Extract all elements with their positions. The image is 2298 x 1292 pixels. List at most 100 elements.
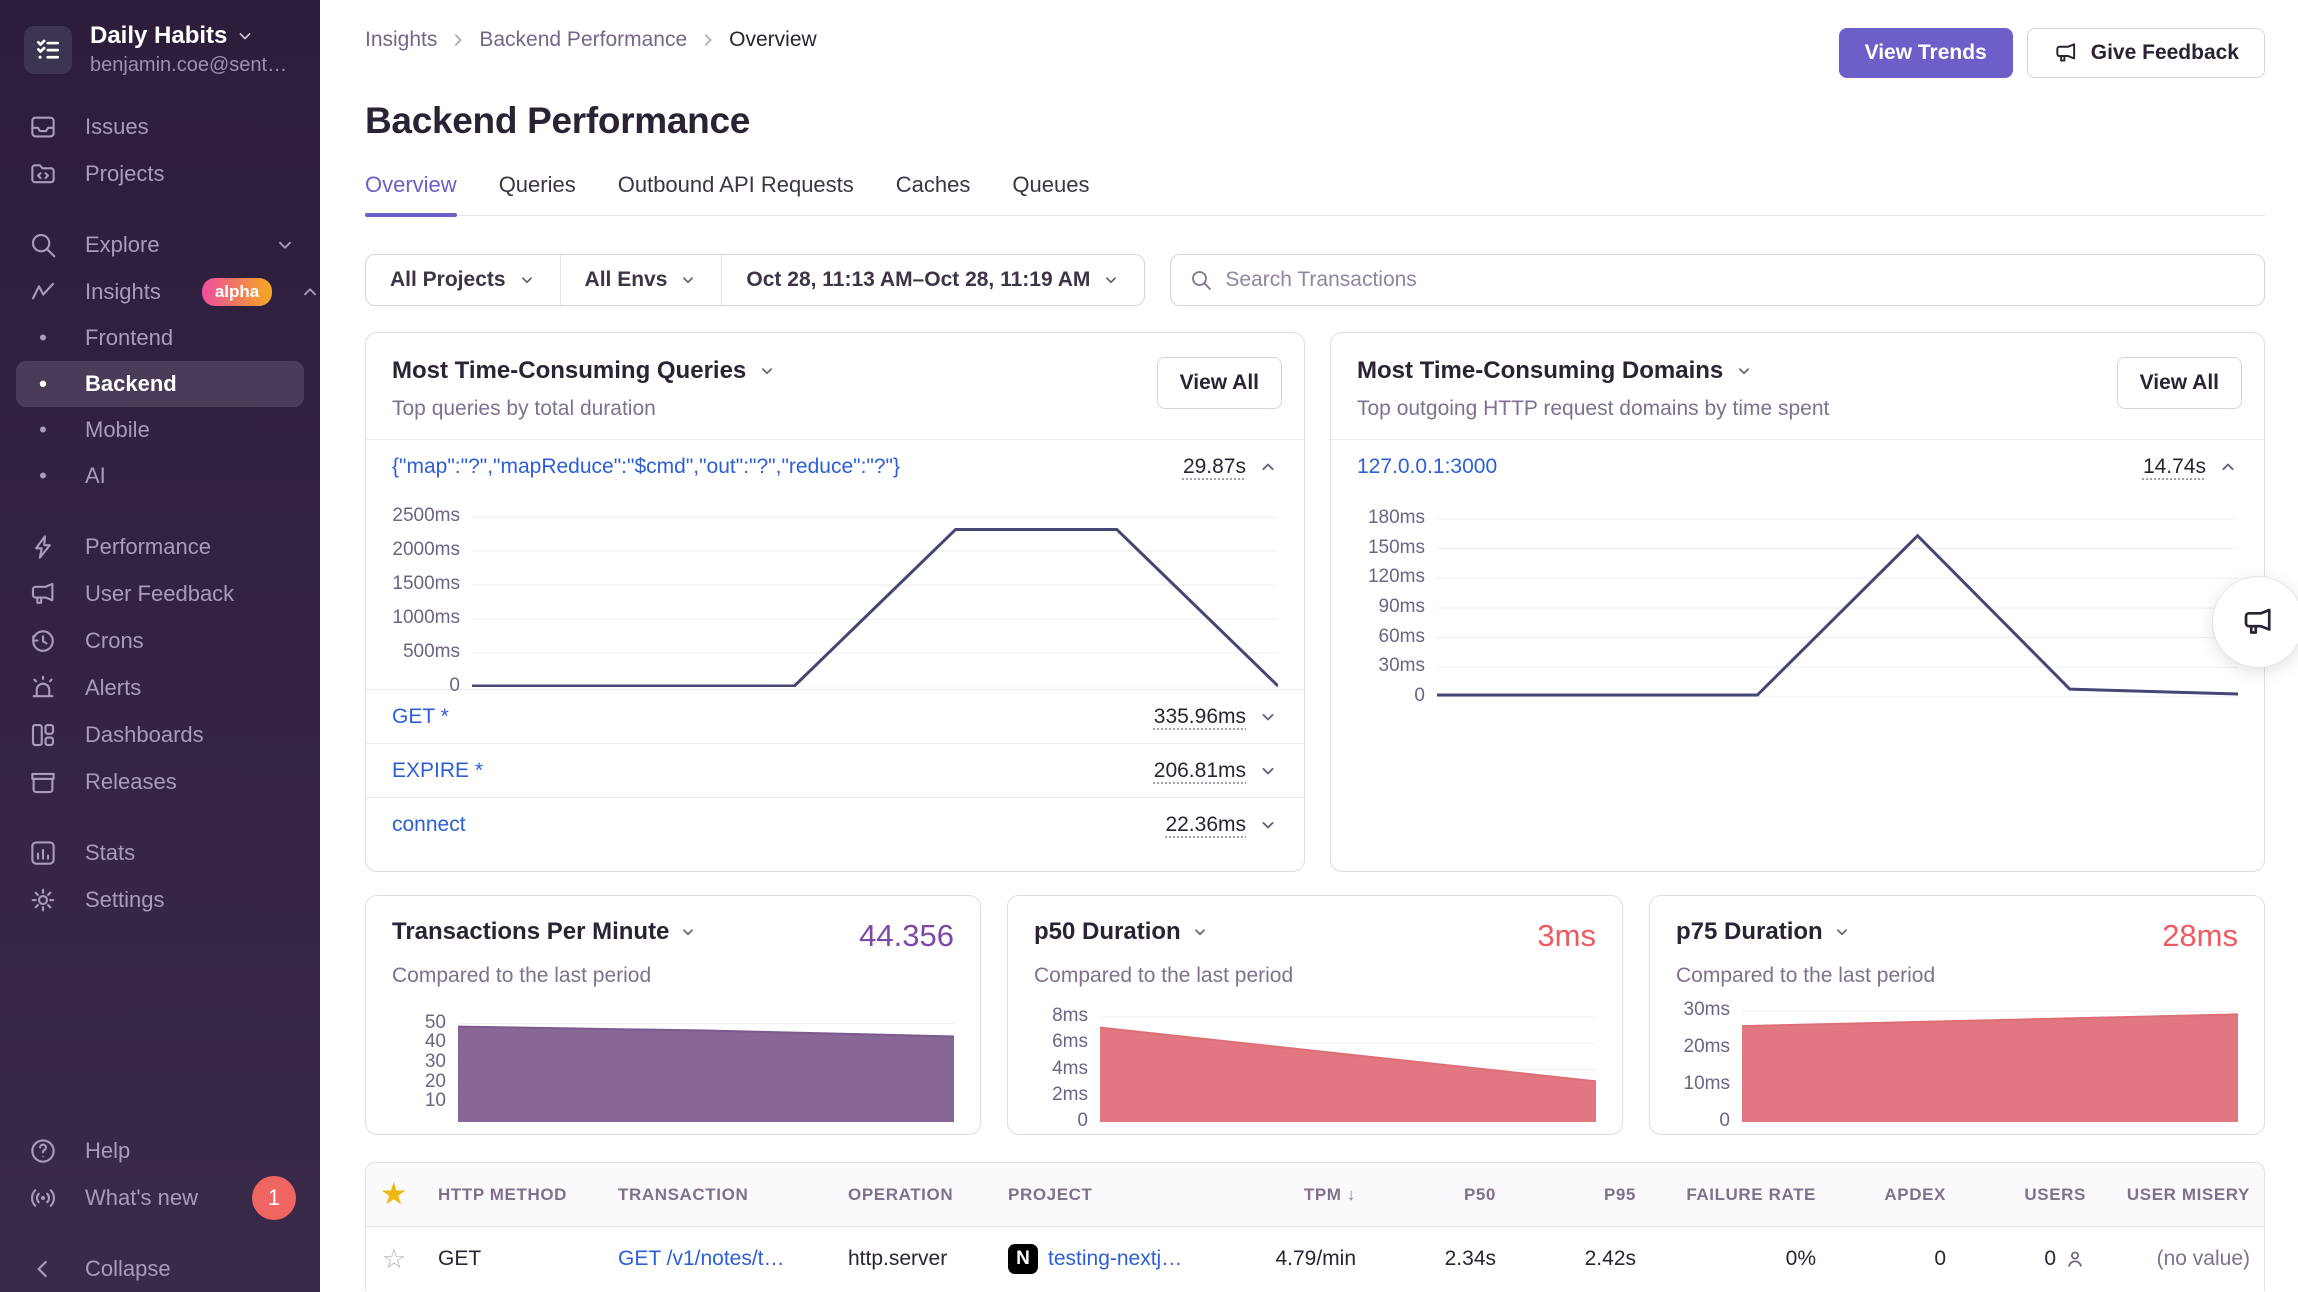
sidebar-collapse-button[interactable]: Collapse <box>0 1245 320 1292</box>
column-header-project[interactable]: PROJECT <box>992 1185 1232 1205</box>
chevron-up-icon[interactable] <box>2218 457 2238 477</box>
sidebar-item-frontend[interactable]: • Frontend <box>16 315 304 361</box>
sidebar-item-backend[interactable]: • Backend <box>16 361 304 407</box>
search-transactions-box <box>1170 254 2265 306</box>
chevron-down-icon <box>1735 362 1753 380</box>
queries-view-all-button[interactable]: View All <box>1157 357 1282 409</box>
environment-filter-dropdown[interactable]: All Envs <box>560 255 722 305</box>
sidebar-item-label: Backend <box>85 371 177 397</box>
p50-chart-y-axis: 02ms4ms6ms8ms <box>1034 1004 1100 1122</box>
chevron-left-icon <box>28 1254 58 1284</box>
chevron-down-icon[interactable] <box>1258 707 1278 727</box>
date-range-dropdown[interactable]: Oct 28, 11:13 AM–Oct 28, 11:19 AM <box>721 255 1144 305</box>
tpm-chart-plot <box>458 1004 954 1122</box>
column-header-failure-rate[interactable]: FAILURE RATE <box>1652 1185 1832 1205</box>
chevron-down-icon[interactable] <box>1258 761 1278 781</box>
project-link[interactable]: testing-nextj… <box>1048 1247 1182 1271</box>
tab-outbound-api-requests[interactable]: Outbound API Requests <box>618 172 854 215</box>
sidebar-item-stats[interactable]: Stats <box>0 829 320 876</box>
tab-queues[interactable]: Queues <box>1012 172 1089 215</box>
chevron-down-icon[interactable] <box>1258 815 1278 835</box>
sidebar-item-settings[interactable]: Settings <box>0 876 320 923</box>
query-link[interactable]: GET * <box>392 705 449 729</box>
sort-desc-icon: ↓ <box>1347 1185 1356 1204</box>
sidebar-item-label: Collapse <box>85 1256 171 1282</box>
breadcrumb-backend-performance[interactable]: Backend Performance <box>479 28 687 52</box>
sidebar-item-issues[interactable]: Issues <box>0 103 320 150</box>
column-header-p95[interactable]: P95 <box>1512 1185 1652 1205</box>
sidebar-item-mobile[interactable]: • Mobile <box>16 407 304 453</box>
sidebar-item-whats-new[interactable]: What's new 1 <box>0 1174 320 1221</box>
archive-box-icon <box>28 767 58 797</box>
favorite-toggle[interactable]: ☆ <box>366 1244 422 1275</box>
column-header-p50[interactable]: P50 <box>1372 1185 1512 1205</box>
project-filter-dropdown[interactable]: All Projects <box>366 255 560 305</box>
sidebar-item-crons[interactable]: Crons <box>0 617 320 664</box>
sidebar-item-releases[interactable]: Releases <box>0 758 320 805</box>
sidebar-item-performance[interactable]: Performance <box>0 523 320 570</box>
megaphone-icon <box>28 579 58 609</box>
column-header-tpm[interactable]: TPM ↓ <box>1232 1185 1372 1205</box>
tab-overview[interactable]: Overview <box>365 172 457 215</box>
p75-card-subtitle: Compared to the last period <box>1676 964 2238 988</box>
query-total-time: 206.81ms <box>1154 759 1246 783</box>
p75-trend-chart: 010ms20ms30ms <box>1676 1004 2238 1122</box>
domains-chart-plot <box>1437 507 2238 697</box>
domains-trend-chart: 030ms60ms90ms120ms150ms180ms <box>1331 493 2264 699</box>
bullet-icon: • <box>28 463 58 489</box>
bullet-icon: • <box>28 417 58 443</box>
p50-card-title[interactable]: p50 Duration <box>1034 918 1181 946</box>
tpm-card-title[interactable]: Transactions Per Minute <box>392 918 669 946</box>
sidebar-item-help[interactable]: Help <box>0 1127 320 1174</box>
query-link[interactable]: {"map":"?","mapReduce":"$cmd","out":"?",… <box>392 455 900 479</box>
search-icon <box>1189 268 1213 292</box>
insights-icon <box>28 277 58 307</box>
tab-queries[interactable]: Queries <box>499 172 576 215</box>
sidebar-item-projects[interactable]: Projects <box>0 150 320 197</box>
transaction-link[interactable]: GET /v1/notes/t… <box>618 1247 785 1270</box>
floating-feedback-button[interactable] <box>2212 576 2298 668</box>
sidebar: Daily Habits benjamin.coe@sent… Issues P… <box>0 0 320 1292</box>
sidebar-item-explore[interactable]: Explore <box>0 221 320 268</box>
cell-project: N testing-nextj… <box>992 1244 1232 1274</box>
tpm-current-value: 44.356 <box>859 918 954 954</box>
sidebar-item-ai[interactable]: • AI <box>16 453 304 499</box>
search-transactions-input[interactable] <box>1225 268 2246 292</box>
give-feedback-button[interactable]: Give Feedback <box>2027 28 2265 78</box>
sidebar-item-label: Frontend <box>85 325 173 351</box>
column-header-user-misery[interactable]: USER MISERY <box>2102 1185 2265 1205</box>
org-switcher[interactable]: Daily Habits benjamin.coe@sent… <box>0 0 320 87</box>
tab-caches[interactable]: Caches <box>896 172 971 215</box>
sidebar-item-label: Dashboards <box>85 722 204 748</box>
column-header-transaction[interactable]: TRANSACTION <box>602 1185 832 1205</box>
column-header-users[interactable]: USERS <box>1962 1185 2102 1205</box>
sidebar-item-label: AI <box>85 463 106 489</box>
p75-card-title[interactable]: p75 Duration <box>1676 918 1823 946</box>
chevron-up-icon <box>299 281 320 303</box>
p50-chart-plot <box>1100 1004 1596 1122</box>
domains-view-all-button[interactable]: View All <box>2117 357 2242 409</box>
query-link[interactable]: connect <box>392 813 466 837</box>
sidebar-item-user-feedback[interactable]: User Feedback <box>0 570 320 617</box>
breadcrumb-insights[interactable]: Insights <box>365 28 437 52</box>
column-header-apdex[interactable]: APDEX <box>1832 1185 1962 1205</box>
sidebar-item-label: Releases <box>85 769 177 795</box>
favorite-column-header[interactable]: ★ <box>366 1179 422 1210</box>
domain-total-time: 14.74s <box>2143 455 2206 479</box>
domain-link[interactable]: 127.0.0.1:3000 <box>1357 455 1497 479</box>
query-link[interactable]: EXPIRE * <box>392 759 483 783</box>
issues-icon <box>28 112 58 142</box>
queries-card-title[interactable]: Most Time-Consuming Queries <box>392 357 746 385</box>
sidebar-item-dashboards[interactable]: Dashboards <box>0 711 320 758</box>
most-time-consuming-queries-card: Most Time-Consuming Queries Top queries … <box>365 332 1305 872</box>
column-header-http-method[interactable]: HTTP METHOD <box>422 1185 602 1205</box>
view-trends-button[interactable]: View Trends <box>1839 28 2013 78</box>
domains-card-title[interactable]: Most Time-Consuming Domains <box>1357 357 1723 385</box>
cell-apdex: 0 <box>1832 1247 1962 1271</box>
column-header-operation[interactable]: OPERATION <box>832 1185 992 1205</box>
chevron-down-icon <box>1102 271 1120 289</box>
sidebar-item-insights[interactable]: Insights alpha <box>0 268 320 315</box>
p75-chart-plot <box>1742 1004 2238 1122</box>
chevron-up-icon[interactable] <box>1258 457 1278 477</box>
sidebar-item-alerts[interactable]: Alerts <box>0 664 320 711</box>
